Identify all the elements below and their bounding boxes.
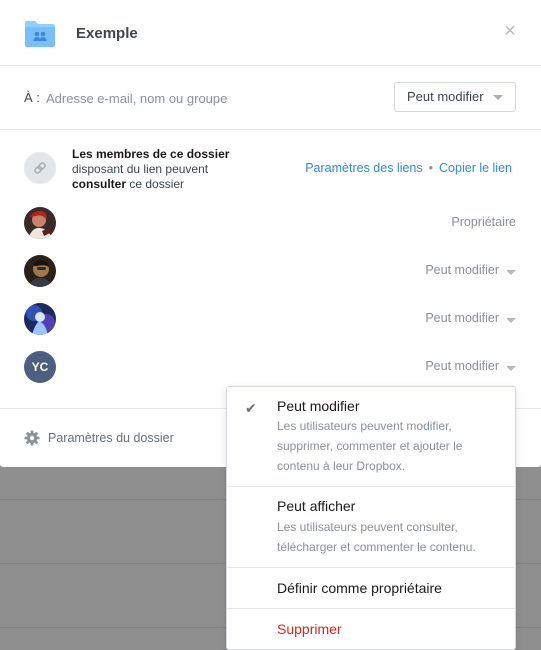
- permission-menu: ✔ Peut modifier Les utilisateurs peuvent…: [226, 386, 516, 650]
- avatar[interactable]: [24, 303, 56, 335]
- member-row: YC Peut modifier: [0, 343, 541, 391]
- menu-item-title: Peut modifier: [277, 398, 360, 414]
- menu-item-make-owner[interactable]: Définir comme propriétaire: [227, 568, 515, 609]
- gear-icon[interactable]: [24, 430, 40, 446]
- member-row: Peut modifier: [0, 295, 541, 343]
- chevron-down-icon: [493, 95, 503, 100]
- permission-label: Peut modifier: [407, 89, 484, 104]
- menu-item-can-edit[interactable]: ✔ Peut modifier Les utilisateurs peuvent…: [227, 387, 515, 487]
- avatar[interactable]: YC: [24, 351, 56, 383]
- copy-link-button[interactable]: Copier le lien: [439, 161, 512, 175]
- menu-item-title: Peut afficher: [277, 498, 356, 514]
- link-actions: Paramètres des liens • Copier le lien: [305, 161, 512, 175]
- link-text-permission: consulter: [72, 177, 127, 191]
- member-role: Propriétaire: [451, 215, 516, 229]
- separator-dot: •: [428, 161, 434, 175]
- menu-item-title: Définir comme propriétaire: [277, 580, 442, 596]
- menu-item-title: Supprimer: [277, 621, 342, 637]
- member-role[interactable]: Peut modifier: [425, 311, 499, 325]
- menu-item-can-view[interactable]: Peut afficher Les utilisateurs peuvent c…: [227, 487, 515, 568]
- share-input-row: À : Peut modifier: [0, 66, 541, 130]
- link-access-row: Les membres de ce dossier disposant du l…: [0, 130, 541, 206]
- avatar[interactable]: [24, 207, 56, 239]
- member-role[interactable]: Peut modifier: [425, 359, 499, 373]
- page-title: Exemple: [76, 25, 138, 42]
- menu-item-description: Les utilisateurs peuvent modifier, suppr…: [277, 419, 463, 473]
- chevron-down-icon[interactable]: [506, 366, 516, 371]
- chevron-down-icon[interactable]: [506, 318, 516, 323]
- menu-item-remove[interactable]: Supprimer: [227, 609, 515, 649]
- avatar[interactable]: [24, 255, 56, 287]
- link-icon: [24, 152, 56, 184]
- member-row: Peut modifier: [0, 247, 541, 295]
- modal-header: Exemple ×: [0, 0, 541, 66]
- shared-folder-icon: [24, 20, 56, 48]
- to-label: À :: [24, 90, 40, 105]
- close-icon[interactable]: ×: [501, 21, 519, 41]
- link-settings-button[interactable]: Paramètres des liens: [305, 161, 422, 175]
- checkmark-icon: ✔: [245, 400, 257, 416]
- link-access-description: Les membres de ce dossier disposant du l…: [72, 147, 262, 192]
- member-role[interactable]: Peut modifier: [425, 263, 499, 277]
- recipient-input[interactable]: [46, 88, 366, 108]
- chevron-down-icon[interactable]: [506, 270, 516, 275]
- link-text-line2: disposant du lien peuvent: [72, 162, 209, 176]
- link-text-line3: ce dossier: [126, 177, 185, 191]
- link-text-bold: Les membres de ce dossier: [72, 147, 230, 161]
- member-row: Propriétaire: [0, 199, 541, 247]
- menu-item-description: Les utilisateurs peuvent consulter, télé…: [277, 520, 476, 554]
- permission-dropdown-button[interactable]: Peut modifier: [394, 82, 516, 112]
- folder-settings-button[interactable]: Paramètres du dossier: [48, 431, 174, 445]
